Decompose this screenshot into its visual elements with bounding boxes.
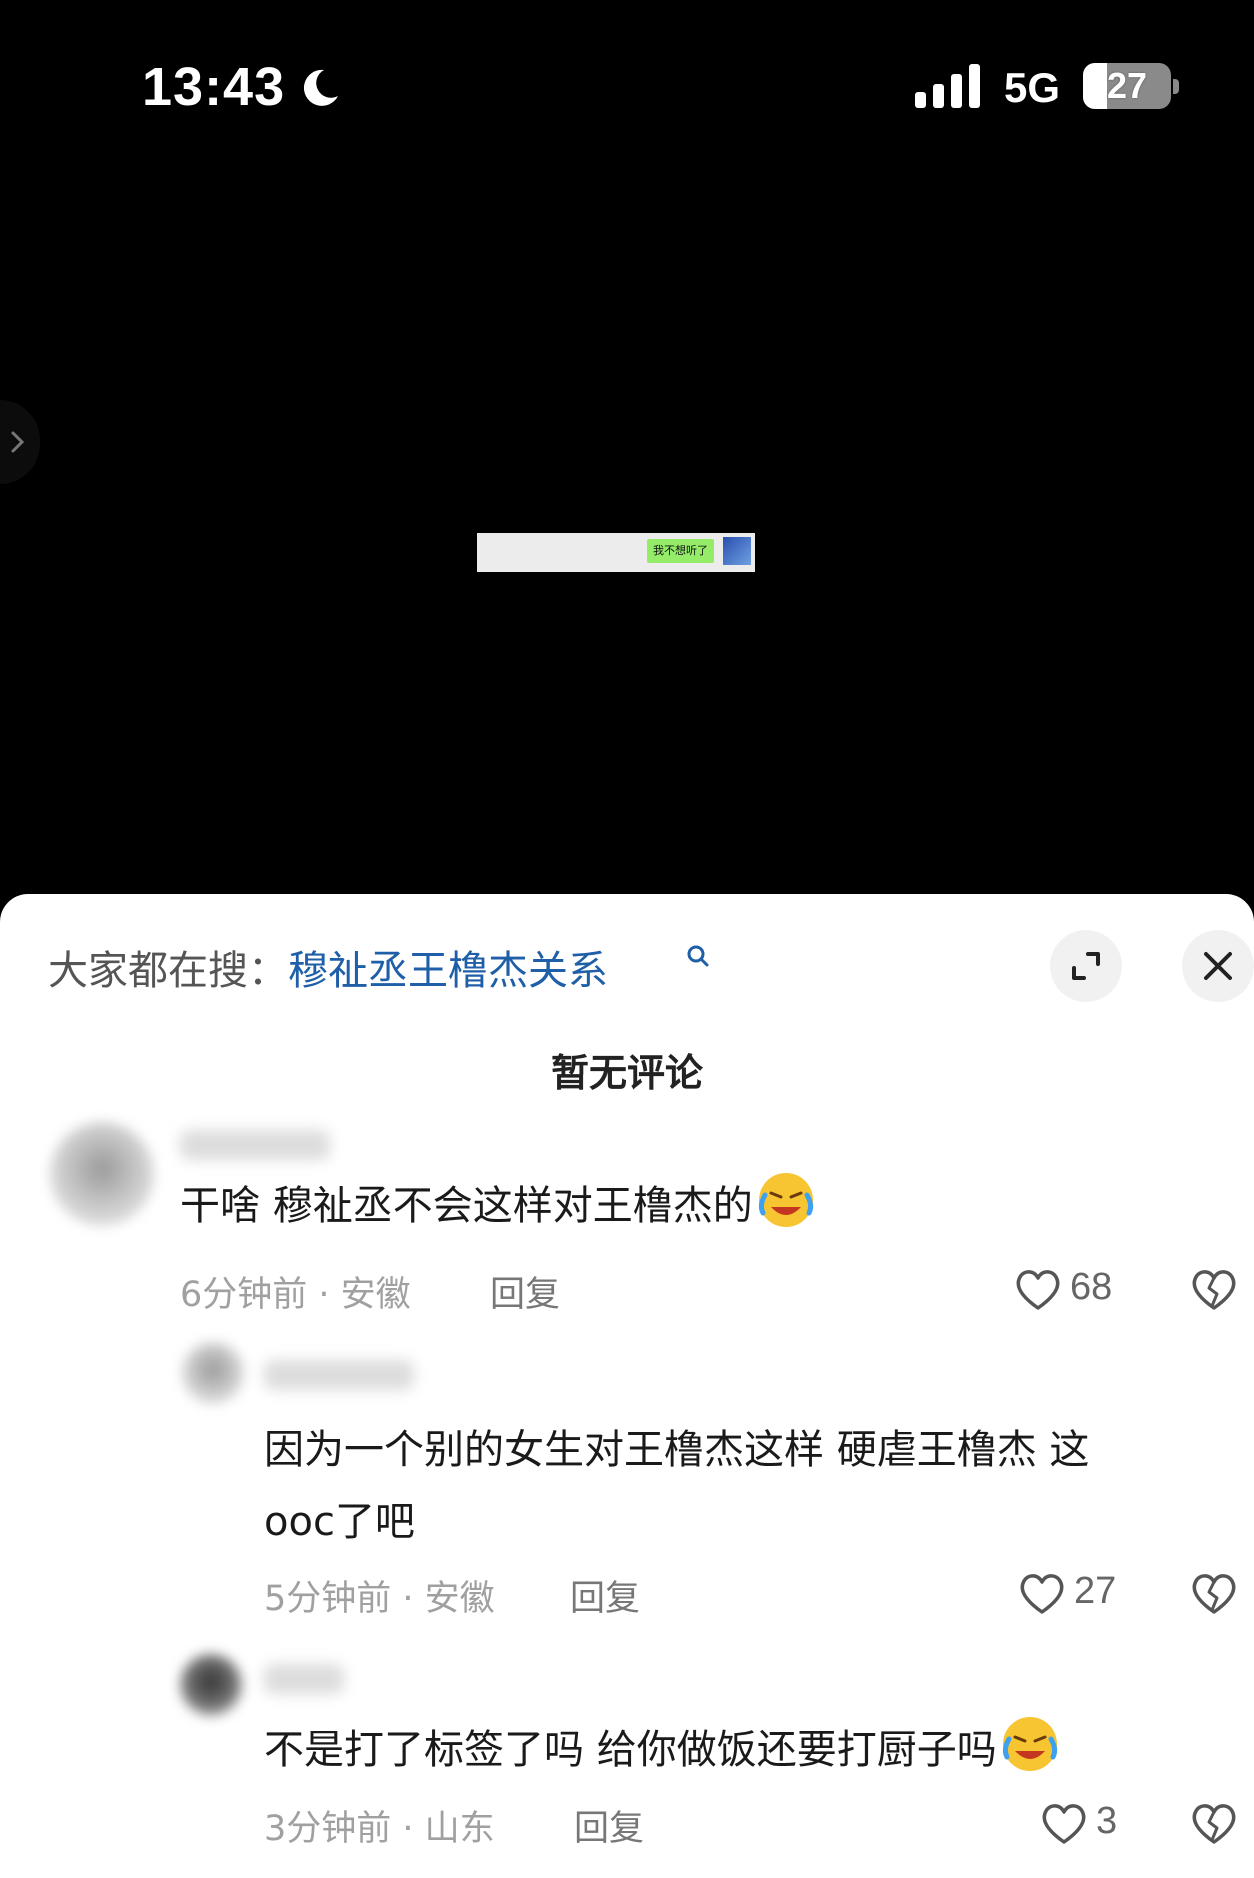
comment-text: 不是打了标签了吗 给你做饭还要打厨子吗	[264, 1714, 1059, 1786]
reply-button[interactable]: 回复	[490, 1266, 560, 1317]
username-blurred[interactable]	[264, 1664, 344, 1694]
chevron-right-icon	[11, 431, 25, 453]
expand-icon	[1072, 952, 1100, 980]
comment-sheet: 大家都在搜：穆祉丞王橹杰关系 暂无评论 干啥 穆祉丞不会这样对王橹杰的 6分钟前…	[0, 894, 1254, 1878]
trending-search-prefix: 大家都在搜：	[48, 948, 288, 994]
comment-meta: 5分钟前 · 安徽	[264, 1579, 495, 1619]
comment-text: 干啥 穆祉丞不会这样对王橹杰的	[180, 1170, 815, 1242]
like-count: 68	[1070, 1266, 1113, 1308]
search-icon	[687, 945, 709, 967]
comment-meta: 3分钟前 · 山东	[264, 1809, 495, 1849]
like-button[interactable]: 27	[1018, 1568, 1138, 1618]
reply-button[interactable]: 回复	[570, 1570, 640, 1621]
comment-meta: 6分钟前 · 安徽	[180, 1275, 411, 1315]
chat-bubble: 我不想听了	[647, 539, 714, 563]
broken-heart-icon[interactable]	[1190, 1266, 1238, 1312]
like-count: 3	[1096, 1800, 1118, 1842]
expand-button[interactable]	[1050, 930, 1122, 1002]
battery-level: 27	[1106, 65, 1148, 106]
chat-avatar	[723, 537, 751, 565]
username-blurred[interactable]	[264, 1360, 414, 1390]
battery-icon: 27	[1083, 63, 1179, 109]
heart-icon	[1042, 1804, 1086, 1844]
like-button[interactable]: 68	[1014, 1264, 1134, 1314]
avatar[interactable]	[182, 1342, 244, 1404]
sheet-title: 暂无评论	[550, 1051, 703, 1095]
heart-icon	[1020, 1574, 1064, 1614]
username-blurred[interactable]	[180, 1130, 330, 1160]
side-panel-toggle[interactable]	[0, 400, 40, 484]
avatar[interactable]	[50, 1122, 154, 1226]
reply-button[interactable]: 回复	[574, 1800, 644, 1851]
close-icon	[1204, 952, 1232, 980]
trending-search-link[interactable]: 穆祉丞王橹杰关系	[288, 948, 608, 994]
cellular-signal-icon	[915, 64, 980, 108]
laughing-crying-emoji-icon	[758, 1173, 813, 1227]
like-count: 27	[1074, 1570, 1117, 1612]
broken-heart-icon[interactable]	[1190, 1800, 1238, 1846]
video-frame[interactable]: 我不想听了	[477, 533, 755, 572]
comment-text: 因为一个别的女生对王橹杰这样 硬虐王橹杰 这 ooc了吧	[264, 1427, 1090, 1545]
heart-icon	[1016, 1270, 1060, 1310]
network-type: 5G	[1004, 64, 1061, 111]
close-button[interactable]	[1182, 930, 1254, 1002]
avatar[interactable]	[180, 1654, 242, 1716]
clock: 13:43	[142, 57, 286, 117]
like-button[interactable]: 3	[1040, 1798, 1140, 1848]
trending-search[interactable]: 大家都在搜：穆祉丞王橹杰关系	[48, 938, 608, 996]
broken-heart-icon[interactable]	[1190, 1570, 1238, 1616]
moon-icon	[303, 69, 338, 106]
status-bar: 13:43 5G 27	[0, 0, 1254, 180]
laughing-crying-emoji-icon	[1002, 1717, 1057, 1771]
